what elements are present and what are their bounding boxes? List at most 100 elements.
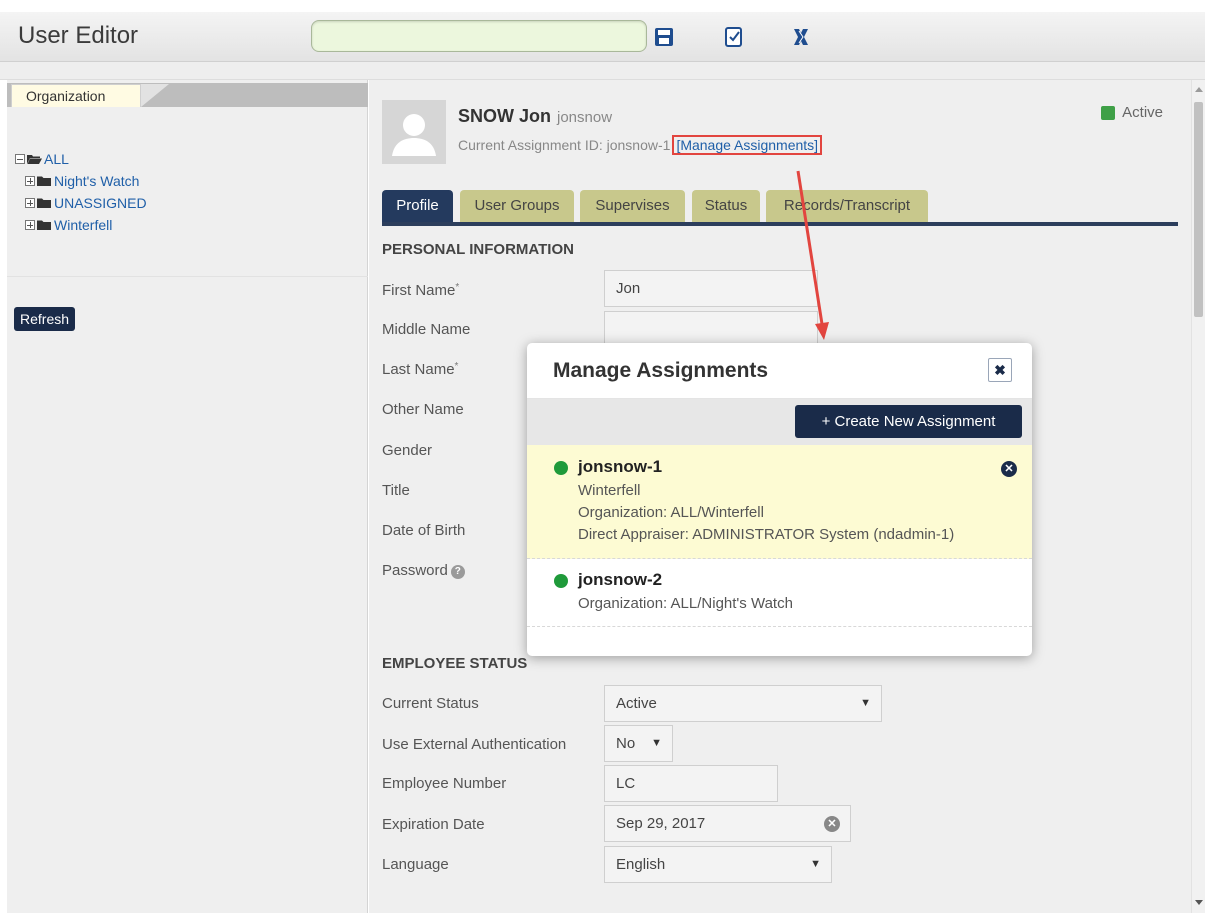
avatar [382, 100, 446, 164]
expiration-date-field[interactable]: Sep 29, 2017 ✕ [604, 805, 851, 842]
save-button[interactable] [652, 24, 676, 50]
status-square-icon [1101, 105, 1116, 120]
status-text: Active [1122, 104, 1163, 121]
other-name-label: Other Name [382, 401, 464, 418]
tree-label[interactable]: ALL [44, 151, 69, 167]
user-full-name: SNOW Jon jonsnow [458, 106, 612, 127]
excel-export-button[interactable] [789, 24, 813, 50]
tab-organization[interactable]: Organization [11, 84, 141, 107]
external-authentication-value: No [616, 735, 636, 752]
tree-label[interactable]: UNASSIGNED [54, 195, 147, 211]
tab-supervises[interactable]: Supervises [580, 190, 685, 222]
manage-assignments-link[interactable]: [Manage Assignments] [672, 135, 823, 155]
dropdown-arrow-icon: ▼ [810, 858, 821, 870]
close-button[interactable]: ✖ [988, 358, 1012, 382]
status-badge: Active [1101, 104, 1163, 121]
last-name-label-text: Last Name [382, 361, 455, 378]
title-label: Title [382, 482, 410, 499]
folder-icon [37, 220, 51, 230]
password-label: Password? [382, 562, 465, 579]
clear-icon[interactable]: ✕ [824, 816, 840, 832]
assignment-organization: Organization: ALL/Night's Watch [578, 595, 793, 612]
dialog-title: Manage Assignments [553, 359, 769, 382]
assignment-id: jonsnow-2 [578, 570, 663, 589]
scroll-up-arrow-icon[interactable] [1195, 87, 1203, 92]
organization-tabbar: Organization [7, 83, 368, 107]
app-header: User Editor [0, 12, 1205, 62]
tab-profile[interactable]: Profile [382, 190, 453, 222]
folder-icon [37, 176, 51, 186]
current-assignment: Current Assignment ID: jonsnow-1 [Manage … [458, 135, 823, 155]
active-dot-icon [554, 574, 568, 588]
dropdown-arrow-icon: ▼ [860, 697, 871, 709]
tab-user-groups[interactable]: User Groups [460, 190, 574, 222]
folder-open-icon [27, 155, 42, 164]
organization-panel: Organization ALL Night's Watch UNASSIGNE… [7, 80, 368, 913]
external-authentication-label: Use External Authentication [382, 736, 567, 753]
page-scrollbar[interactable] [1191, 80, 1205, 913]
edit-document-button[interactable] [722, 24, 746, 50]
save-icon [655, 28, 673, 46]
tab-corner [141, 84, 169, 107]
first-name-label: First Name* [382, 282, 459, 299]
tree-label[interactable]: Night's Watch [54, 173, 139, 189]
employee-number-field[interactable]: LC [604, 765, 778, 802]
manage-assignments-dialog: Manage Assignments ✖ + Create New Assign… [527, 343, 1032, 656]
current-status-label: Current Status [382, 695, 479, 712]
tree-node-all[interactable]: ALL [15, 148, 147, 170]
assignment-location: Winterfell [578, 482, 641, 499]
refresh-button[interactable]: Refresh [14, 307, 76, 331]
expiration-date-label: Expiration Date [382, 816, 485, 833]
collapse-icon[interactable] [15, 154, 25, 164]
current-status-value: Active [616, 695, 657, 712]
username: jonsnow [557, 109, 613, 126]
search-input[interactable] [311, 20, 647, 52]
profile-tabs: Profile User Groups Supervises Status Re… [382, 190, 1178, 226]
first-name-field[interactable]: Jon [604, 270, 818, 307]
header-subbar [0, 62, 1205, 80]
personal-information-heading: PERSONAL INFORMATION [382, 241, 574, 258]
excel-export-icon [794, 29, 808, 45]
expand-icon[interactable] [25, 220, 35, 230]
organization-tree: ALL Night's Watch UNASSIGNED Winterfell [15, 148, 147, 236]
expand-icon[interactable] [25, 176, 35, 186]
current-status-select[interactable]: Active ▼ [604, 685, 882, 722]
required-mark: * [454, 361, 459, 372]
external-authentication-select[interactable]: No ▼ [604, 725, 673, 762]
folder-icon [37, 198, 51, 208]
tab-records-transcript[interactable]: Records/Transcript [766, 190, 928, 222]
help-icon[interactable]: ? [450, 565, 465, 579]
required-mark: * [455, 282, 460, 293]
active-dot-icon [554, 461, 568, 475]
panel-divider [7, 276, 368, 277]
remove-assignment-icon[interactable]: ✕ [1001, 461, 1017, 477]
create-new-assignment-button[interactable]: + Create New Assignment [795, 405, 1022, 438]
employee-number-label: Employee Number [382, 775, 507, 792]
assignment-item[interactable]: jonsnow-2 Organization: ALL/Night's Watc… [527, 559, 1032, 627]
scrollbar-thumb[interactable] [1194, 102, 1203, 317]
tree-node-nights-watch[interactable]: Night's Watch [15, 170, 147, 192]
gender-label: Gender [382, 442, 433, 459]
top-strip [0, 0, 1205, 12]
language-label: Language [382, 856, 449, 873]
current-assignment-text: Current Assignment ID: jonsnow-1 [458, 137, 671, 153]
assignment-item[interactable]: jonsnow-1 Winterfell Organization: ALL/W… [527, 445, 1032, 559]
tree-label[interactable]: Winterfell [54, 217, 112, 233]
user-name-text: SNOW Jon [458, 106, 551, 126]
language-select[interactable]: English ▼ [604, 846, 832, 883]
expand-icon[interactable] [25, 198, 35, 208]
password-label-text: Password [382, 562, 448, 579]
dropdown-arrow-icon: ▼ [651, 737, 662, 749]
date-of-birth-label: Date of Birth [382, 522, 466, 539]
tab-status[interactable]: Status [692, 190, 760, 222]
middle-name-label: Middle Name [382, 321, 471, 338]
scroll-down-arrow-icon[interactable] [1195, 900, 1203, 905]
edit-document-icon [725, 27, 742, 47]
last-name-label: Last Name* [382, 361, 458, 378]
language-value: English [616, 856, 666, 873]
tree-node-unassigned[interactable]: UNASSIGNED [15, 192, 147, 214]
tree-node-winterfell[interactable]: Winterfell [15, 214, 147, 236]
assignment-appraiser: Direct Appraiser: ADMINISTRATOR System (… [578, 526, 955, 543]
assignment-organization: Organization: ALL/Winterfell [578, 504, 764, 521]
first-name-label-text: First Name [382, 282, 456, 299]
